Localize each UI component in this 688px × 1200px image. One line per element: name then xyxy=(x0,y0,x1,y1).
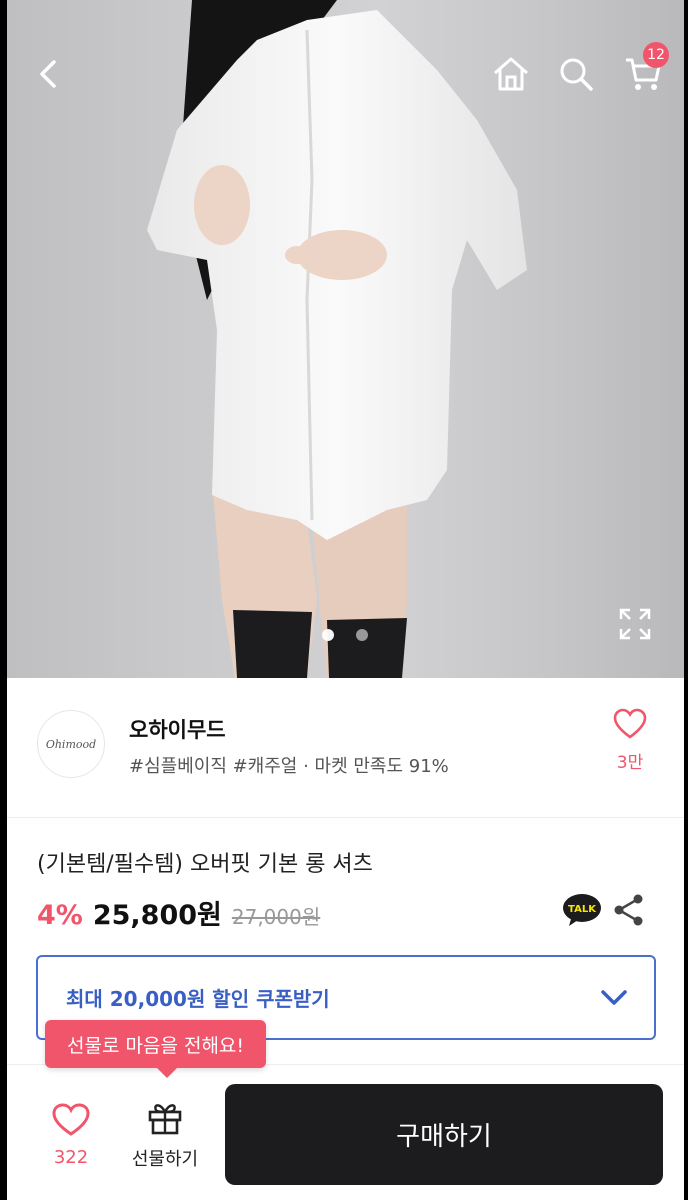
home-button[interactable] xyxy=(487,50,535,98)
kakaotalk-button[interactable]: TALK xyxy=(561,893,603,927)
gallery-pagination xyxy=(322,629,368,641)
expand-icon xyxy=(619,608,651,640)
product-image-gallery[interactable]: 12 xyxy=(7,0,684,678)
chevron-down-icon xyxy=(601,989,627,1005)
cart-count-badge: 12 xyxy=(643,42,669,68)
search-icon xyxy=(560,58,593,91)
store-name[interactable]: 오하이무드 xyxy=(129,714,226,744)
product-photo xyxy=(147,0,527,678)
gift-button[interactable]: 선물하기 xyxy=(119,1101,211,1171)
kakaotalk-label: TALK xyxy=(568,904,597,915)
coupon-text: 최대 20,000원 할인 쿠폰받기 xyxy=(66,987,330,1011)
cart-button[interactable]: 12 xyxy=(619,42,669,98)
bottom-action-bar: 322 선물하기 구매하기 xyxy=(7,1064,684,1200)
gift-label: 선물하기 xyxy=(131,1149,199,1170)
product-detail-page: 12 Ohimood 오하이무드 #심플베이직 #캐주얼 · 마켓 만족도 91… xyxy=(7,0,684,1200)
share-button[interactable] xyxy=(612,893,646,927)
product-title: (기본템/필수템) 오버핏 기본 롱 셔츠 xyxy=(37,852,373,877)
store-logo[interactable]: Ohimood xyxy=(37,710,105,778)
gallery-dot-1[interactable] xyxy=(322,629,334,641)
gift-icon xyxy=(148,1104,182,1135)
chevron-left-icon xyxy=(40,60,56,88)
back-button[interactable] xyxy=(25,50,73,98)
original-price: 27,000원 xyxy=(231,905,321,929)
gift-tooltip: 선물로 마음을 전해요! xyxy=(45,1020,267,1078)
heart-outline-icon xyxy=(52,1103,90,1136)
expand-image-button[interactable] xyxy=(617,606,653,642)
discount-rate: 4% xyxy=(37,900,83,931)
sale-price: 25,800원 xyxy=(92,900,222,931)
share-icon xyxy=(614,894,643,926)
price-row: 4% 25,800원 27,000원 xyxy=(37,893,320,932)
gallery-dot-2[interactable] xyxy=(356,629,368,641)
home-icon xyxy=(494,57,528,91)
store-wish-button[interactable]: 3만 xyxy=(607,708,653,773)
like-count: 322 xyxy=(53,1147,89,1168)
buy-button[interactable]: 구매하기 xyxy=(225,1084,663,1185)
like-button[interactable]: 322 xyxy=(41,1103,101,1168)
store-wish-count: 3만 xyxy=(616,753,644,773)
store-logo-text: Ohimood xyxy=(45,737,97,751)
heart-outline-icon xyxy=(613,708,647,739)
store-info[interactable]: Ohimood 오하이무드 #심플베이직 #캐주얼 · 마켓 만족도 91% 3… xyxy=(7,678,684,818)
kakaotalk-icon: TALK xyxy=(563,894,601,926)
search-button[interactable] xyxy=(552,50,600,98)
store-tags: #심플베이직 #캐주얼 · 마켓 만족도 91% xyxy=(129,756,449,777)
